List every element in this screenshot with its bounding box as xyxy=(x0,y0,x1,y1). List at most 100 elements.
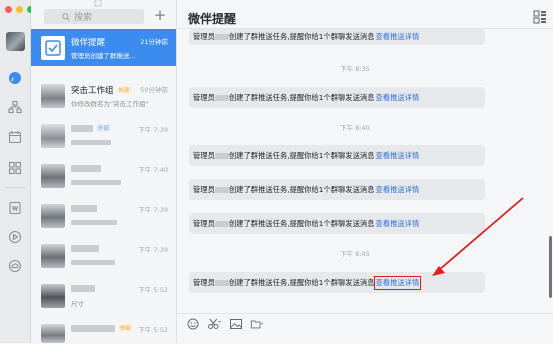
conversation-preview: 你修改群名为"突击工作组" xyxy=(71,100,149,108)
external-badge: 外部 xyxy=(116,86,132,94)
redacted-preview xyxy=(71,180,121,185)
conversation-avatar xyxy=(41,324,65,343)
conversation-avatar xyxy=(41,124,65,148)
conversation-name: 微伴提醒 xyxy=(71,38,106,48)
conversation-preview: 管理员创建了群推送... xyxy=(71,52,136,60)
conversation-name: 突击工作组 外部 xyxy=(71,86,132,96)
meeting-icon[interactable] xyxy=(5,227,25,247)
conversation-avatar xyxy=(41,284,65,308)
redacted-name xyxy=(214,186,229,193)
doc-icon xyxy=(94,0,102,7)
conversation-time: 21分钟前 xyxy=(140,38,168,46)
message-text: 创建了群推送任务,提醒你给1个群聊发送消息 xyxy=(228,277,375,287)
conversation-name xyxy=(71,244,99,254)
view-push-details-link[interactable]: 查看推送详情 xyxy=(376,185,420,195)
conversation-item[interactable]: 外部 下午 7:39 xyxy=(31,117,176,154)
message-prefix: 管理员 xyxy=(193,92,215,102)
conversation-time: 下午 7:39 xyxy=(138,246,168,254)
conversation-name xyxy=(71,284,95,294)
conversation-item[interactable]: 外部 下午 5:52 xyxy=(31,317,176,343)
check-icon xyxy=(41,36,65,60)
message-text: 创建了群推送任务,提醒你给1个群聊发送消息 xyxy=(228,92,375,102)
conversation-avatar xyxy=(41,84,65,108)
contacts-icon[interactable] xyxy=(5,97,25,117)
conversation-time: 50分钟前 xyxy=(140,86,168,94)
conversation-item[interactable]: 下午 7:40 xyxy=(31,157,176,194)
view-push-details-link[interactable]: 查看推送详情 xyxy=(376,93,420,103)
image-icon[interactable] xyxy=(229,318,243,330)
message-bubble: 管理员 创建了群推送任务,提醒你给1个群聊发送消息 查看推送详情 xyxy=(189,29,485,45)
view-push-details-link-highlighted[interactable]: 查看推送详情 xyxy=(373,275,422,290)
message-text: 创建了群推送任务,提醒你给1个群聊发送消息 xyxy=(228,184,375,194)
message-prefix: 管理员 xyxy=(193,32,215,41)
conversation-item[interactable]: 微伴提醒 21分钟前 管理员创建了群推送... xyxy=(31,29,176,66)
redacted-name xyxy=(71,245,99,252)
message-prefix: 管理员 xyxy=(193,218,215,228)
conversation-name: 外部 xyxy=(71,124,112,134)
message-text: 创建了群推送任务,提醒你给1个群聊发送消息 xyxy=(228,218,375,228)
view-push-details-link[interactable]: 查看推送详情 xyxy=(376,151,420,161)
redacted-name xyxy=(71,285,95,292)
redacted-name xyxy=(71,165,101,172)
message-timestamp: 下午 8:35 xyxy=(340,65,370,73)
redacted-name xyxy=(214,152,229,159)
conversation-avatar xyxy=(41,36,65,60)
redacted-name xyxy=(214,220,229,227)
conversation-time: 下午 5:52 xyxy=(138,326,168,334)
conversation-name xyxy=(71,204,97,214)
redacted-name xyxy=(214,34,229,40)
conversation-preview: 尺寸 xyxy=(71,300,84,308)
document-icon[interactable] xyxy=(5,198,25,218)
conversation-avatar xyxy=(41,244,65,268)
conversation-time: 下午 7:39 xyxy=(138,206,168,214)
message-bubble: 管理员 创建了群推送任务,提醒你给1个群聊发送消息 查看推送详情 xyxy=(189,87,485,108)
message-text: 创建了群推送任务,提醒你给1个群聊发送消息 xyxy=(228,150,375,160)
redacted-preview xyxy=(71,140,111,145)
view-push-details-link[interactable]: 查看推送详情 xyxy=(376,32,420,42)
chat-scrollbar[interactable] xyxy=(549,236,552,298)
window-controls xyxy=(5,6,34,13)
external-badge: 外部 xyxy=(96,124,112,132)
message-icon[interactable] xyxy=(5,68,25,88)
external-badge: 外部 xyxy=(118,324,134,332)
conversation-item[interactable]: 下午 5:52 尺寸 xyxy=(31,277,176,314)
conversation-name: 外部 xyxy=(71,324,134,334)
minimize-window-button[interactable] xyxy=(16,6,23,13)
workbench-icon[interactable] xyxy=(5,158,25,178)
conversation-avatar xyxy=(41,204,65,228)
message-bubble: 管理员 创建了群推送任务,提醒你给1个群聊发送消息 查看推送详情 xyxy=(189,145,485,166)
conversation-preview xyxy=(71,258,169,266)
message-composer[interactable] xyxy=(177,313,553,344)
screenshot-icon[interactable] xyxy=(207,318,221,330)
user-avatar[interactable] xyxy=(6,32,25,51)
chat-menu-icon[interactable] xyxy=(533,10,547,24)
message-bubble: 管理员 创建了群推送任务,提醒你给1个群聊发送消息 查看推送详情 xyxy=(189,179,485,200)
conversation-name xyxy=(71,164,101,174)
conversation-preview xyxy=(71,218,169,226)
folder-icon[interactable] xyxy=(250,318,264,330)
conversation-time: 下午 5:52 xyxy=(138,286,168,294)
view-push-details-link[interactable]: 查看推送详情 xyxy=(376,219,420,229)
conversation-time: 下午 7:39 xyxy=(138,126,168,134)
rail-divider xyxy=(5,187,25,188)
cloud-drive-icon[interactable] xyxy=(5,256,25,276)
close-window-button[interactable] xyxy=(5,6,12,13)
redacted-name xyxy=(214,279,229,286)
search-placeholder: 搜索 xyxy=(74,13,93,23)
calendar-icon[interactable] xyxy=(5,127,25,147)
redacted-name xyxy=(71,325,115,332)
message-bubble: 管理员 创建了群推送任务,提醒你给1个群聊发送消息 查看推送详情 xyxy=(189,213,485,234)
add-button[interactable]: + xyxy=(153,7,167,23)
redacted-preview xyxy=(71,220,117,225)
message-timestamp: 下午 8:40 xyxy=(340,124,370,132)
message-text: 创建了群推送任务,提醒你给1个群聊发送消息 xyxy=(228,32,375,41)
conversation-avatar xyxy=(41,164,65,188)
left-rail xyxy=(0,0,34,343)
conversation-item[interactable]: 下午 7:39 xyxy=(31,237,176,274)
conversation-item[interactable]: 突击工作组 外部 50分钟前 你修改群名为"突击工作组" xyxy=(31,77,176,114)
app-window: 搜索 + 微伴提醒 21分钟前 管理员创建了群推送... 突击工作组 外部 50分… xyxy=(0,0,553,343)
search-input[interactable]: 搜索 xyxy=(44,9,144,24)
conversation-preview xyxy=(71,138,169,146)
emoji-icon[interactable] xyxy=(186,318,200,330)
conversation-item[interactable]: 下午 7:39 xyxy=(31,197,176,234)
